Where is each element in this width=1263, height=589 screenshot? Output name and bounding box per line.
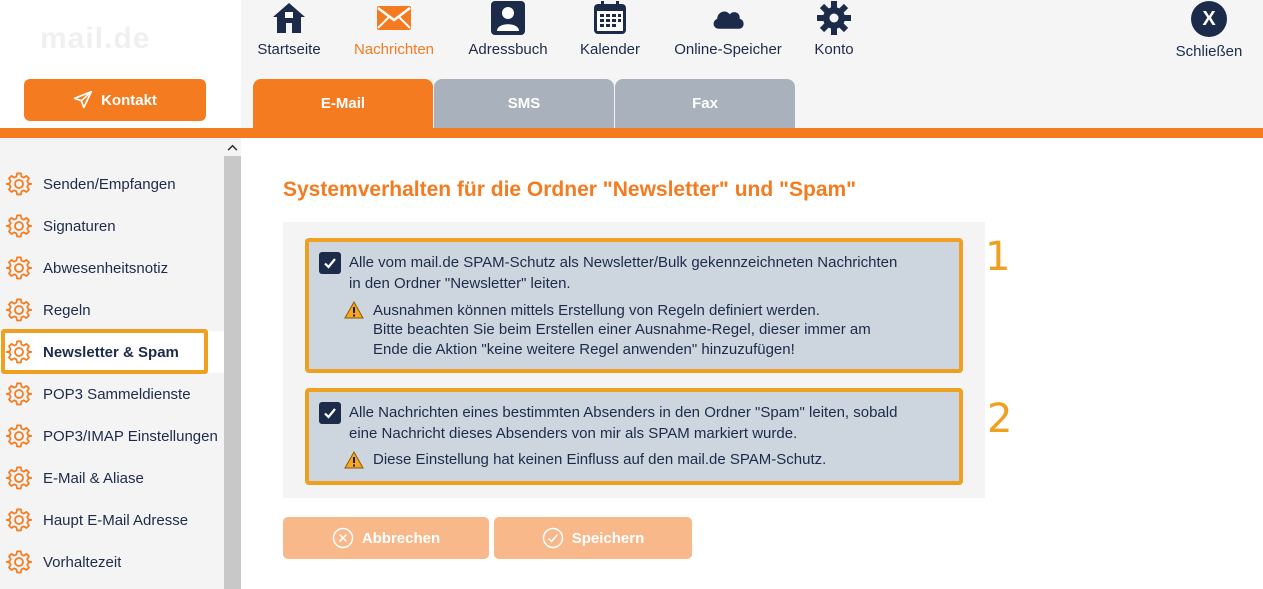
send-icon [73,90,93,109]
gear-icon [5,381,33,407]
sidebar-item-label: Signaturen [43,217,116,235]
gear-icon [5,255,33,281]
warning-icon [344,301,364,319]
gear-icon [5,171,33,197]
sidebar: Senden/Empfangen Signaturen Abwesenheitsno… [0,138,241,589]
nav-konto[interactable]: Konto [810,0,858,64]
sidebar-item-vorhaltezeit[interactable]: Vorhaltezeit [0,541,224,583]
spam-checkbox[interactable] [319,402,341,424]
sidebar-item-label: Regeln [43,301,91,319]
home-icon [271,0,307,36]
kontakt-button[interactable]: Kontakt [24,79,206,121]
gear-icon [5,549,33,575]
app-window: mail.de Kontakt Startseite Nachrichten A… [0,0,1263,589]
gear-icon [5,423,33,449]
checkmark-icon [324,408,336,419]
nav-startseite-label: Startseite [257,41,321,58]
sidebar-item-label: Abwesenheitsnotiz [43,259,169,277]
kontakt-label: Kontakt [101,91,157,109]
save-label: Speichern [571,529,645,547]
nav-startseite[interactable]: Startseite [252,0,326,64]
spam-warning-line1: Diese Einstellung hat keinen Einfluss au… [373,451,827,468]
newsletter-warning-line2: Bitte beachten Sie beim Erstellen einer … [373,321,871,338]
nav-online-speicher[interactable]: Online-Speicher [667,0,789,64]
sidebar-item-e-mail-aliase[interactable]: E-Mail & Aliase [0,457,224,499]
gear-icon [816,0,852,36]
newsletter-checkbox[interactable] [319,252,341,274]
sidebar-item-label: Vorhaltezeit [43,553,122,571]
tab-sms[interactable]: SMS [434,79,614,128]
sidebar-item-regeln[interactable]: Regeln [0,289,224,331]
gear-icon [5,465,33,491]
spam-option-text-line2: eine Nachricht dieses Absenders von mir … [349,425,798,442]
sidebar-item-pop3-sammeldienste[interactable]: POP3 Sammeldienste [0,373,224,415]
header-divider [0,128,1263,138]
scrollbar-thumb[interactable] [224,156,241,589]
sidebar-item-senden-empfangen[interactable]: Senden/Empfangen [0,163,224,205]
newsletter-warning-line3: Ende die Aktion "keine weitere Regel anw… [373,341,795,358]
checkmark-icon [324,258,336,269]
annotation-number-1: 1 [985,234,1011,280]
newsletter-warning-line1: Ausnahmen können mittels Erstellung von … [373,302,820,319]
nav-kalender-label: Kalender [579,41,641,58]
sidebar-item-haupt-e-mail-adresse[interactable]: Haupt E-Mail Adresse [0,499,224,541]
sidebar-item-pop3-imap-einstellungen[interactable]: POP3/IMAP Einstellungen [0,415,224,457]
spam-option-text-line1: Alle Nachrichten eines bestimmten Absend… [349,404,898,421]
scroll-up-arrow[interactable] [224,138,241,156]
nav-nachrichten[interactable]: Nachrichten [349,0,439,64]
gear-icon [5,297,33,323]
sidebar-item-label: Senden/Empfangen [43,175,176,193]
cancel-button[interactable]: Abbrechen [283,517,489,559]
check-circle-icon [542,527,563,549]
close-label: Schließen [1175,43,1243,60]
sidebar-item-label: POP3/IMAP Einstellungen [43,427,218,445]
sidebar-item-newsletter-spam[interactable]: Newsletter & Spam [0,331,224,373]
close-icon: X [1191,1,1227,37]
newsletter-option-text-line2: in den Ordner "Newsletter" leiten. [349,275,571,292]
gear-icon [5,339,33,365]
newsletter-option-text-line1: Alle vom mail.de SPAM-Schutz als Newslet… [349,254,898,271]
header: mail.de Kontakt Startseite Nachrichten A… [0,0,1263,128]
nav-nachrichten-label: Nachrichten [353,41,435,58]
nav-konto-label: Konto [814,41,854,58]
sidebar-item-label: E-Mail & Aliase [43,469,144,487]
contact-card-icon [490,0,526,36]
cancel-circle-icon [332,527,354,549]
tab-email[interactable]: E-Mail [253,79,433,128]
close-button[interactable]: X Schließen [1172,0,1246,64]
logo[interactable]: mail.de [40,22,150,56]
calendar-icon [592,0,628,36]
sidebar-item-label: Newsletter & Spam [43,343,179,361]
cancel-label: Abbrechen [361,529,441,547]
gear-icon [5,507,33,533]
sidebar-item-label: POP3 Sammeldienste [43,385,191,403]
sidebar-item-signaturen[interactable]: Signaturen [0,205,224,247]
gear-icon [5,213,33,239]
nav-adressbuch[interactable]: Adressbuch [464,0,552,64]
page-title: Systemverhalten für die Ordner "Newslett… [283,178,857,201]
chevron-up-icon [227,144,238,151]
tab-fax[interactable]: Fax [615,79,795,128]
nav-adressbuch-label: Adressbuch [468,41,548,58]
nav-online-speicher-label: Online-Speicher [674,41,782,58]
warning-icon [344,451,364,469]
sidebar-item-abwesenheitsnotiz[interactable]: Abwesenheitsnotiz [0,247,224,289]
sidebar-item-label: Haupt E-Mail Adresse [43,511,189,529]
envelope-icon [376,0,412,36]
cloud-icon [710,0,746,36]
nav-kalender[interactable]: Kalender [576,0,644,64]
annotation-number-2: 2 [987,396,1013,442]
save-button[interactable]: Speichern [494,517,692,559]
